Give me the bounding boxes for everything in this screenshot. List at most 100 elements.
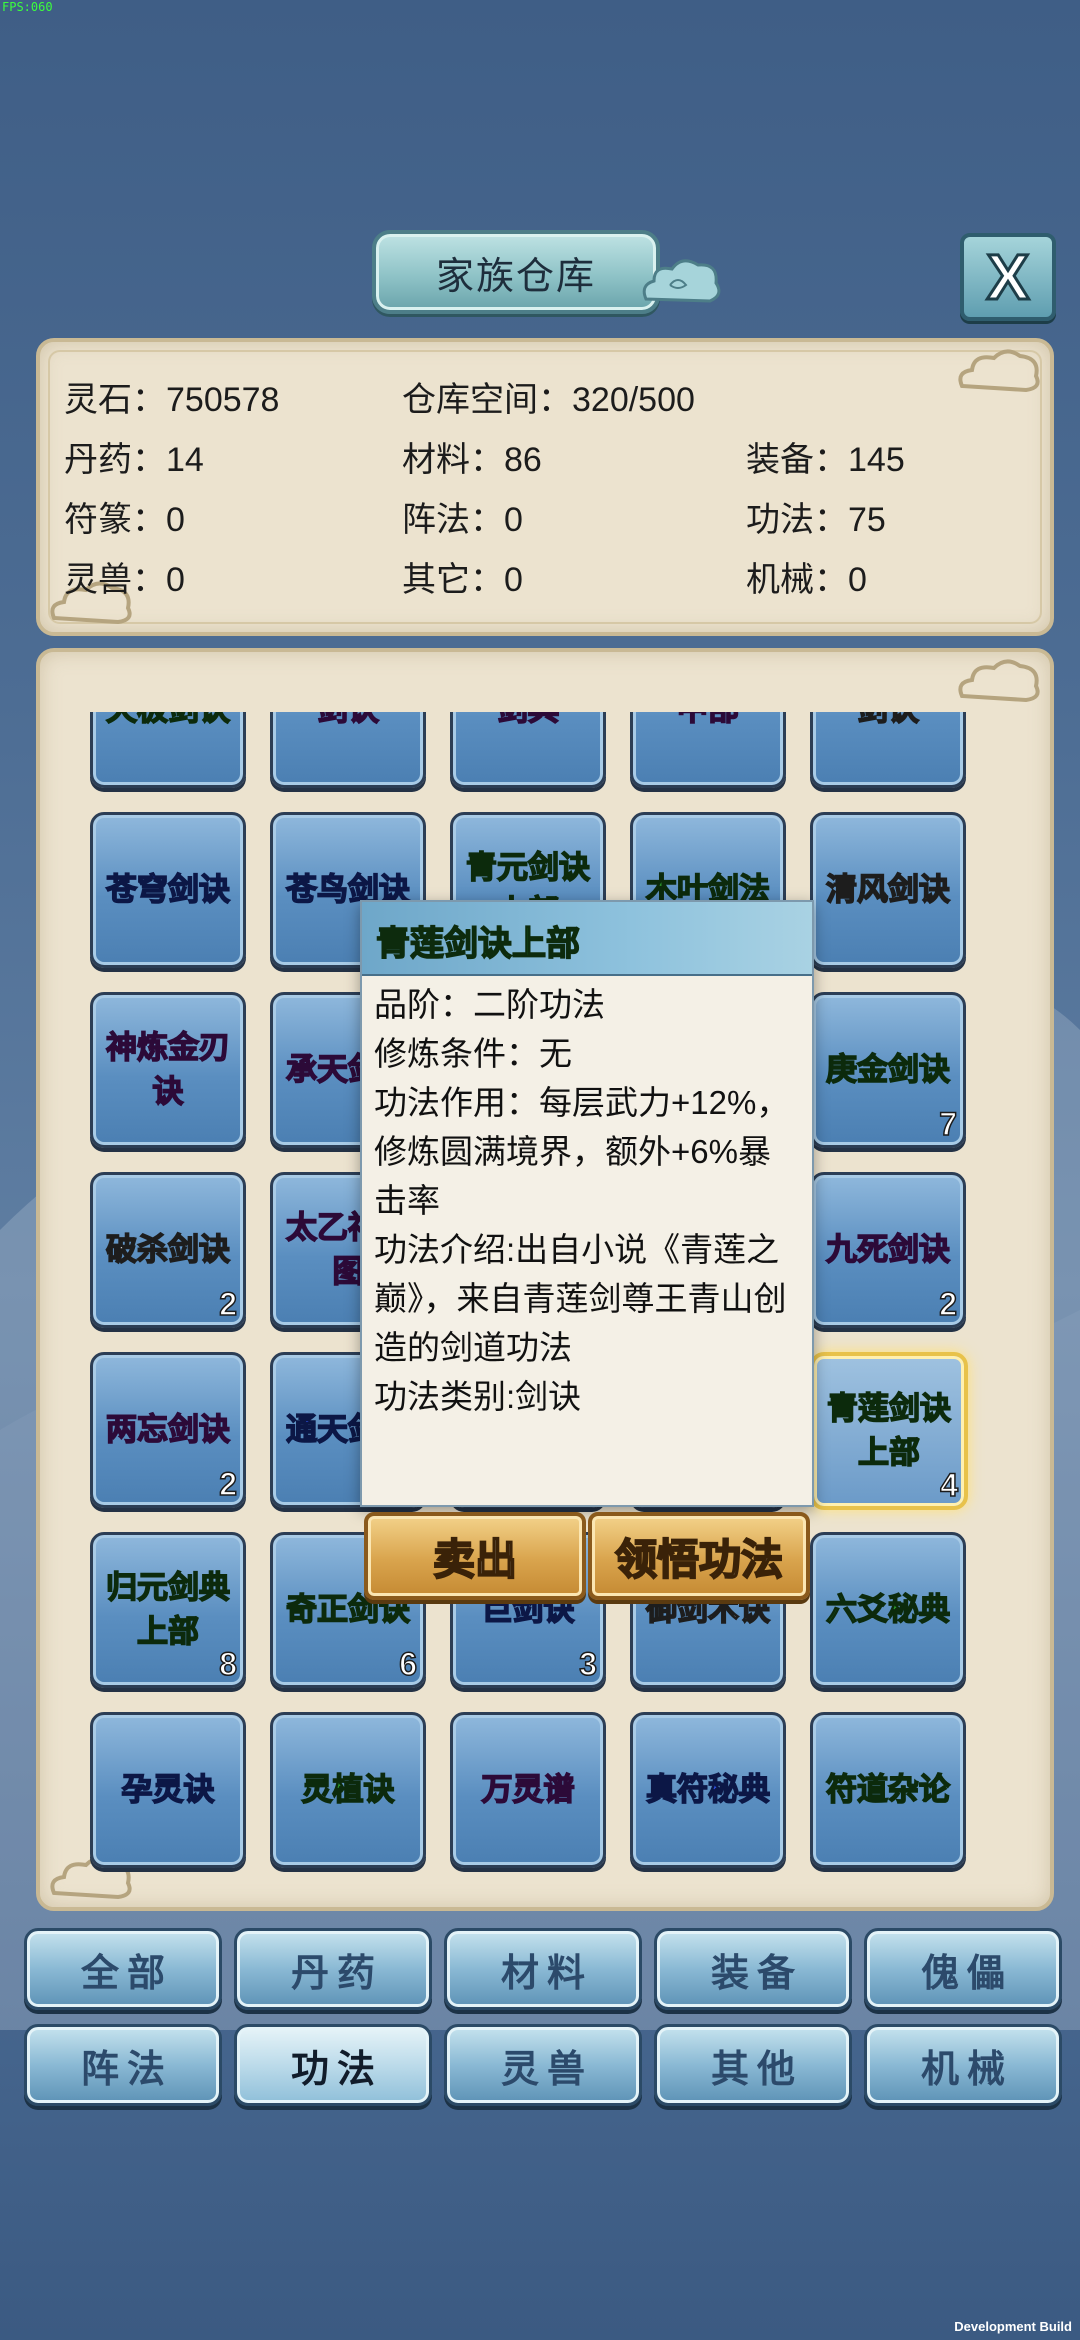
item-count: 7 (938, 1105, 957, 1143)
cloud-ornament-icon (958, 349, 1040, 393)
tab-label: 傀儡 (920, 1952, 1013, 1995)
stat-spirit-beasts: 灵兽：0 (64, 561, 185, 599)
item-count: 4 (939, 1466, 958, 1504)
tooltip-requirement: 修炼条件：无 (374, 1035, 572, 1072)
item-slot[interactable]: 归元剑典上部 8 (90, 1532, 246, 1688)
window-title: 家族仓库 (435, 255, 596, 298)
cloud-ornament-icon (642, 259, 721, 303)
tooltip-category: 功法类别:剑诀 (374, 1378, 582, 1415)
tab-others[interactable]: 其他 (654, 2024, 852, 2106)
item-count: 6 (398, 1645, 417, 1683)
item-slot[interactable]: 中部 (630, 712, 786, 788)
item-slot[interactable]: 真符秘典 (630, 1712, 786, 1868)
item-slot[interactable]: 万灵谱 (450, 1712, 606, 1868)
item-slot[interactable]: 剑诀 (270, 712, 426, 788)
tooltip-effect: 功法作用：每层武力+12%，修炼圆满境界，额外+6%暴击率 (374, 1084, 790, 1219)
item-slot[interactable]: 剑典 (450, 712, 606, 788)
item-name: 天极剑诀 (93, 712, 243, 732)
cloud-ornament-icon (958, 659, 1040, 703)
stat-machinery: 机械：0 (746, 561, 867, 599)
item-name: 神炼金刃诀 (105, 1029, 231, 1110)
item-slot[interactable]: 孕灵诀 (90, 1712, 246, 1868)
stat-spirit-stone: 灵石：750578 (64, 381, 280, 419)
tab-materials[interactable]: 材料 (444, 1928, 642, 2010)
item-name: 符道杂论 (825, 1771, 951, 1808)
tab-label: 阵法 (80, 2048, 173, 2091)
tooltip-title: 青莲剑诀上部 (375, 924, 581, 964)
item-slot[interactable]: 天极剑诀 (90, 712, 246, 788)
tab-label: 装备 (710, 1952, 803, 1995)
tooltip-header: 青莲剑诀上部 (362, 902, 812, 976)
item-name: 真符秘典 (645, 1771, 771, 1808)
stat-pills: 丹药：14 (64, 441, 204, 479)
item-count: 2 (218, 1285, 237, 1323)
stat-techniques: 功法：75 (746, 501, 886, 539)
item-slot[interactable]: 青莲剑诀上部 4 (810, 1352, 968, 1510)
tab-formations[interactable]: 阵法 (24, 2024, 222, 2106)
tab-all[interactable]: 全部 (24, 1928, 222, 2010)
item-count: 3 (578, 1645, 597, 1683)
item-name: 九死剑诀 (825, 1231, 951, 1268)
item-slot[interactable]: 剑诀 (810, 712, 966, 788)
item-name: 破杀剑诀 (105, 1231, 231, 1268)
tab-label: 功法 (290, 2048, 383, 2091)
item-name: 六爻秘典 (825, 1591, 951, 1628)
item-slot[interactable]: 庚金剑诀 7 (810, 992, 966, 1148)
build-label: Development Build (954, 2319, 1072, 2334)
tooltip-grade: 品阶：二阶功法 (374, 986, 605, 1023)
item-slot[interactable]: 两忘剑诀 2 (90, 1352, 246, 1508)
tab-machinery[interactable]: 机械 (864, 2024, 1062, 2106)
close-button[interactable]: X (960, 233, 1056, 321)
learn-technique-button[interactable]: 领悟功法 (588, 1512, 810, 1600)
item-count: 2 (938, 1285, 957, 1323)
tab-label: 其他 (710, 2048, 803, 2091)
item-count: 2 (218, 1465, 237, 1503)
tab-spirit-beasts[interactable]: 灵兽 (444, 2024, 642, 2106)
item-tooltip: 青莲剑诀上部 品阶：二阶功法 修炼条件：无 功法作用：每层武力+12%，修炼圆满… (360, 900, 814, 1507)
item-slot[interactable]: 苍穹剑诀 (90, 812, 246, 968)
sell-button-label: 卖出 (432, 1535, 518, 1584)
item-name: 孕灵诀 (121, 1771, 216, 1808)
item-name: 苍穹剑诀 (105, 871, 231, 908)
item-name: 剑诀 (273, 712, 423, 732)
item-slot[interactable]: 灵植诀 (270, 1712, 426, 1868)
item-count: 8 (218, 1645, 237, 1683)
storage-stats-panel: 灵石：750578 仓库空间：320/500 丹药：14 材料：86 装备：14… (36, 338, 1054, 636)
tooltip-intro: 功法介绍:出自小说《青莲之巅》，来自青莲剑尊王青山创造的剑道功法 (374, 1231, 787, 1366)
tab-label: 全部 (80, 1952, 173, 1995)
item-slot[interactable]: 九死剑诀 2 (810, 1172, 966, 1328)
stat-equipment: 装备：145 (746, 441, 905, 479)
stat-others: 其它：0 (402, 561, 523, 599)
item-name: 万灵谱 (481, 1771, 576, 1808)
item-name: 清风剑诀 (825, 871, 951, 908)
tab-puppets[interactable]: 傀儡 (864, 1928, 1062, 2010)
tab-label: 机械 (920, 2048, 1013, 2091)
stat-storage-space: 仓库空间：320/500 (402, 381, 695, 419)
item-slot[interactable]: 六爻秘典 (810, 1532, 966, 1688)
item-slot[interactable]: 符道杂论 (810, 1712, 966, 1868)
item-slot[interactable]: 破杀剑诀 2 (90, 1172, 246, 1328)
stat-talismans: 符篆：0 (64, 501, 185, 539)
item-slot[interactable]: 清风剑诀 (810, 812, 966, 968)
tab-label: 灵兽 (500, 2048, 593, 2091)
item-name: 中部 (633, 712, 783, 732)
tab-techniques[interactable]: 功法 (234, 2024, 432, 2106)
tab-pills[interactable]: 丹药 (234, 1928, 432, 2010)
close-icon: X (985, 241, 1031, 313)
item-name: 两忘剑诀 (105, 1411, 231, 1448)
item-slot[interactable]: 神炼金刃诀 (90, 992, 246, 1148)
item-name: 庚金剑诀 (825, 1051, 951, 1088)
tab-label: 丹药 (290, 1952, 383, 1995)
tab-equipment[interactable]: 装备 (654, 1928, 852, 2010)
stat-formations: 阵法：0 (402, 501, 523, 539)
title-plaque: 家族仓库 (372, 230, 660, 314)
tab-label: 材料 (500, 1952, 593, 1995)
item-name: 灵植诀 (301, 1771, 396, 1808)
item-name: 归元剑典上部 (105, 1569, 231, 1650)
sell-button[interactable]: 卖出 (364, 1512, 586, 1600)
learn-button-label: 领悟功法 (614, 1535, 784, 1584)
item-name: 剑典 (453, 712, 603, 732)
fps-counter: FPS:060 (2, 0, 53, 14)
tooltip-body: 品阶：二阶功法 修炼条件：无 功法作用：每层武力+12%，修炼圆满境界，额外+6… (374, 980, 794, 1421)
item-name: 青莲剑诀上部 (826, 1390, 952, 1471)
